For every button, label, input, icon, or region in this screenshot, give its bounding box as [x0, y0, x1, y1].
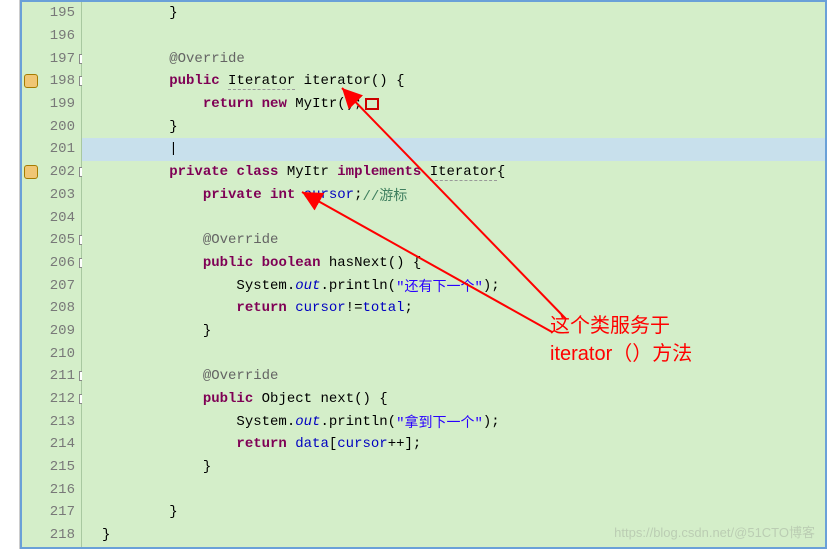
gutter-line: 206- — [22, 252, 81, 275]
gutter-line: 200 — [22, 115, 81, 138]
code-line: @Override — [82, 365, 825, 388]
gutter-line: 216 — [22, 478, 81, 501]
gutter-line: 211- — [22, 365, 81, 388]
gutter-line: 209 — [22, 320, 81, 343]
code-line — [82, 478, 825, 501]
gutter-line: 195 — [22, 2, 81, 25]
code-line: public boolean hasNext() { — [82, 252, 825, 275]
arrow-origin-marker — [365, 98, 379, 110]
gutter-line: 210 — [22, 342, 81, 365]
editor-left-border — [0, 0, 20, 549]
gutter-line: 218 — [22, 524, 81, 547]
code-line: private class MyItr implements Iterator{ — [82, 161, 825, 184]
gutter-line: 197- — [22, 47, 81, 70]
code-line: return cursor!=total; — [82, 297, 825, 320]
code-line: } — [82, 2, 825, 25]
gutter-line: 212- — [22, 388, 81, 411]
gutter-line: 217 — [22, 501, 81, 524]
gutter-line: 198- — [22, 70, 81, 93]
code-line: System.out.println("拿到下一个"); — [82, 410, 825, 433]
code-line: private int cursor;//游标 — [82, 184, 825, 207]
annotation-text: 这个类服务于 iterator（）方法 — [550, 312, 692, 368]
warning-icon[interactable] — [24, 74, 38, 88]
code-line: return data[cursor++]; — [82, 433, 825, 456]
gutter-line: 201 — [22, 138, 81, 161]
warning-icon[interactable] — [24, 165, 38, 179]
gutter-line: 204 — [22, 206, 81, 229]
gutter-line: 208 — [22, 297, 81, 320]
gutter-line: 213 — [22, 410, 81, 433]
gutter-line: 196 — [22, 25, 81, 48]
code-line: @Override — [82, 229, 825, 252]
code-line: public Object next() { — [82, 388, 825, 411]
gutter-line: 215 — [22, 456, 81, 479]
code-line: } — [82, 115, 825, 138]
gutter-line: 205- — [22, 229, 81, 252]
gutter-line: 199 — [22, 93, 81, 116]
code-line: public Iterator iterator() { — [82, 70, 825, 93]
code-line: @Override — [82, 47, 825, 70]
code-editor[interactable]: 195 196 197- 198- 199 200 201 202- 203 2… — [20, 0, 827, 549]
code-line: } — [82, 501, 825, 524]
gutter-line: 207 — [22, 274, 81, 297]
line-gutter: 195 196 197- 198- 199 200 201 202- 203 2… — [22, 2, 82, 547]
code-area[interactable]: } @Override public Iterator iterator() {… — [82, 2, 825, 547]
code-line: } — [82, 320, 825, 343]
code-line — [82, 25, 825, 48]
code-line — [82, 342, 825, 365]
gutter-line: 202- — [22, 161, 81, 184]
code-line — [82, 206, 825, 229]
gutter-line: 214 — [22, 433, 81, 456]
gutter-line: 203 — [22, 184, 81, 207]
code-line-current: | — [82, 138, 825, 161]
code-line: System.out.println("还有下一个"); — [82, 274, 825, 297]
code-line: return new MyItr(); — [82, 93, 825, 116]
watermark: https://blog.csdn.net/@51CTO博客 — [614, 522, 815, 541]
code-line: } — [82, 456, 825, 479]
